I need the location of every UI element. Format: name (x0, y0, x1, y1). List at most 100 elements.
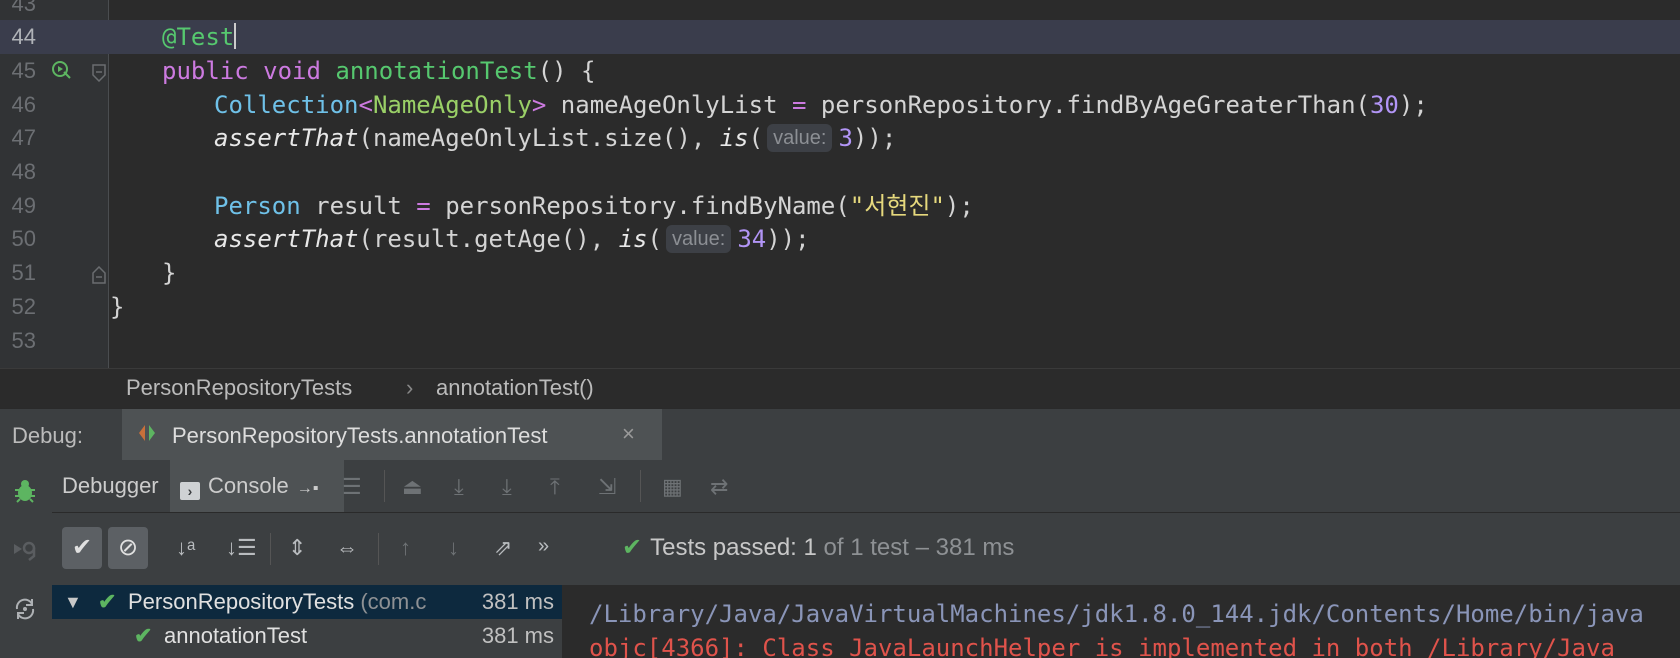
static-call-token: is (618, 225, 648, 253)
fold-icon[interactable] (92, 62, 106, 88)
breadcrumb-separator: › (406, 375, 414, 400)
rerun-icon[interactable] (12, 596, 38, 629)
bug-icon[interactable] (12, 478, 38, 511)
debug-tab-icon (136, 421, 160, 451)
step-over-icon[interactable]: ⤓ (454, 474, 464, 500)
tab-debugger[interactable]: Debugger (52, 460, 178, 512)
step-rerun-icon[interactable] (12, 536, 38, 569)
line-number: 53 (11, 328, 36, 353)
parameter-hint: value: (665, 225, 732, 253)
code-token: ); (944, 192, 974, 220)
generic-type-token: NameAgeOnly (372, 91, 532, 119)
static-call-token: is (719, 124, 749, 152)
code-line-47: assertThat(nameAgeOnlyList.size(), is(va… (214, 120, 896, 156)
line-number: 45 (11, 58, 36, 83)
code-token: ); (1398, 91, 1428, 119)
status-of: of 1 test (816, 534, 909, 561)
parameter-hint: value: (767, 124, 833, 152)
show-ignored-button[interactable]: ⊘ (108, 527, 148, 569)
sort-alpha-icon[interactable]: ↓ᵃ (176, 535, 195, 561)
close-icon[interactable]: × (622, 421, 635, 447)
arrow-down-icon[interactable]: ↓ (448, 535, 459, 561)
pin-icon[interactable]: →▪ (297, 480, 319, 497)
test-runner-toolbar: ✔ ⊘ ↓ᵃ ↓☰ ⇕ ⇔ ↑ ↓ ⇗ » ✔ Tests passed: 1 o… (52, 513, 1680, 585)
breadcrumb-class[interactable]: PersonRepositoryTests (126, 375, 352, 401)
code-token: ( (748, 124, 764, 152)
operator-token: = (792, 91, 807, 119)
method-name-token: annotationTest (335, 57, 538, 85)
line-number: 44 (11, 24, 36, 49)
sort-duration-icon[interactable]: ↓☰ (226, 535, 257, 561)
tree-row-root[interactable]: ▼ ✔ PersonRepositoryTests (com.c 381 ms (52, 585, 562, 619)
check-icon: ✔ (98, 589, 117, 614)
debug-session-tab[interactable]: PersonRepositoryTests.annotationTest × (122, 409, 662, 461)
line-number: 49 (11, 193, 36, 218)
code-line-44: @Test (162, 19, 237, 55)
status-count: 1 (803, 534, 817, 561)
line-number: 52 (11, 294, 36, 319)
code-token: (result.getAge(), (358, 225, 619, 253)
code-line-49: Person result = personRepository.findByN… (214, 188, 974, 224)
string-token: "서현진" (849, 192, 945, 220)
number-token: 3 (838, 124, 853, 152)
tab-console-label: Console (208, 473, 289, 498)
status-time: – 381 ms (908, 534, 1015, 561)
expand-all-icon[interactable]: ⇕ (288, 535, 306, 561)
fold-icon[interactable] (92, 264, 106, 290)
code-line-50: assertThat(result.getAge(), is(value: 34)… (214, 221, 810, 257)
chevron-down-icon[interactable]: ▼ (64, 585, 82, 619)
line-number: 51 (11, 260, 36, 285)
step-into-icon[interactable]: ⤓ (502, 474, 512, 500)
tree-child-time: 381 ms (481, 623, 554, 648)
trace-icon[interactable]: ⇄ (710, 474, 728, 500)
check-icon: ✔ (134, 623, 153, 648)
arrow-up-icon[interactable]: ↑ (400, 535, 411, 561)
tree-root-time: 381 ms (475, 585, 554, 619)
current-line-highlight (0, 20, 1680, 54)
check-icon: ✔ (71, 534, 93, 561)
collapse-all-icon[interactable]: ⇔ (336, 535, 358, 561)
stop-icon: ⊘ (117, 534, 139, 561)
more-icon[interactable]: » (538, 535, 549, 558)
number-token: 30 (1369, 91, 1399, 119)
number-token: 34 (737, 225, 767, 253)
evaluate-icon[interactable]: ▦ (662, 474, 683, 500)
run-gutter-icon[interactable] (50, 58, 74, 88)
line-number: 46 (11, 92, 36, 117)
test-tree: ▼ ✔ PersonRepositoryTests (com.c 381 ms … (52, 585, 562, 658)
breadcrumb: PersonRepositoryTests › annotationTest() (0, 368, 1680, 407)
tree-root-name: PersonRepositoryTests (128, 589, 355, 614)
text-caret (234, 23, 237, 49)
tree-row-child[interactable]: ✔ annotationTest 381 ms (52, 619, 562, 653)
status-prefix: Tests passed: (650, 534, 804, 561)
export-icon[interactable]: ⇗ (494, 535, 512, 561)
code-token: )); (852, 124, 897, 152)
operator-token: = (416, 192, 431, 220)
debug-tool-window-header: Debug: PersonRepositoryTests.annotationT… (0, 408, 1680, 461)
code-token: > (531, 91, 547, 119)
debug-tab-title: PersonRepositoryTests.annotationTest (172, 423, 548, 448)
toolbar-divider (384, 470, 385, 502)
console-output[interactable]: /Library/Java/JavaVirtualMachines/jdk1.8… (563, 585, 1680, 658)
toolbar-divider (640, 470, 641, 502)
static-call-token: assertThat (214, 225, 359, 253)
code-token: personRepository.findByName( (430, 192, 850, 220)
step-out-icon[interactable]: ⤒ (550, 474, 560, 500)
threads-icon[interactable]: ☰ (342, 474, 362, 500)
breadcrumb-method[interactable]: annotationTest() (436, 375, 594, 401)
code-token: )); (766, 225, 810, 253)
code-token: personRepository.findByAgeGreaterThan( (806, 91, 1370, 119)
debug-label: Debug: (12, 423, 83, 448)
code-line-52: } (110, 293, 125, 321)
tab-console[interactable]: › Console →▪ (170, 460, 344, 512)
gutter-separator (108, 0, 109, 368)
show-execution-point-icon[interactable]: ⏏ (402, 474, 423, 500)
debug-subtabs: Debugger › Console →▪ ☰ ⏏ ⤓ ⤓ ⤒ ⇲ ▦ ⇄ (52, 460, 1680, 513)
debug-side-toolbar (0, 460, 53, 658)
run-to-cursor-icon[interactable]: ⇲ (598, 474, 616, 500)
code-editor[interactable]: 43 44 45 46 47 48 49 50 51 52 53 @Test p… (0, 0, 1680, 368)
code-line-45: public void annotationTest() { (162, 53, 595, 89)
check-icon: ✔ (622, 534, 643, 561)
code-token: < (358, 91, 373, 119)
show-passed-button[interactable]: ✔ (62, 527, 102, 569)
